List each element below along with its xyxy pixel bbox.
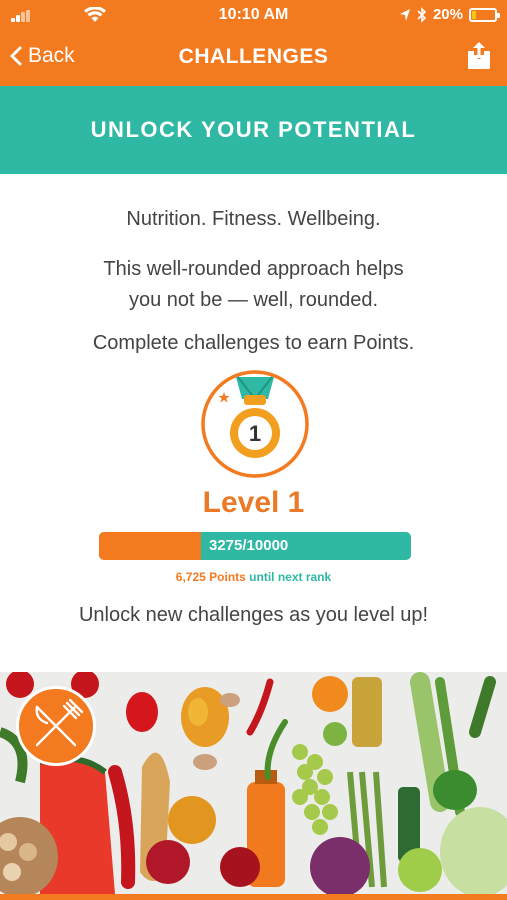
description: This well-rounded approach helps you not… (60, 254, 447, 316)
bluetooth-icon (417, 6, 427, 23)
battery-icon (469, 7, 500, 22)
unlock-text: Unlock new challenges as you level up! (78, 604, 429, 626)
tagline: Nutrition. Fitness. Wellbeing. (126, 208, 381, 230)
until-text: until next rank (249, 570, 332, 584)
medal-number: 1 (249, 421, 261, 446)
page-title: CHALLENGES (178, 45, 329, 68)
progress-text: 3275/10000 (209, 537, 289, 554)
nav-bar: Back CHALLENGES (0, 30, 507, 86)
description-line-1: This well-rounded approach helps (103, 258, 404, 280)
banner-title: UNLOCK YOUR POTENTIAL (0, 86, 507, 174)
nutrition-badge[interactable] (16, 686, 96, 766)
challenge-intro: Nutrition. Fitness. Wellbeing. This well… (0, 174, 507, 672)
battery-percent: 20% (432, 6, 463, 23)
medal-icon: 1 (201, 370, 309, 478)
progress-bar: 3275/10000 (99, 532, 411, 560)
bottom-accent-strip (0, 894, 507, 900)
status-bar: 10:10 AM 20% (0, 0, 507, 30)
share-icon[interactable] (467, 42, 491, 70)
fork-knife-icon (35, 698, 84, 747)
nutrition-card[interactable] (0, 672, 507, 894)
description-line-2: you not be — well, rounded. (128, 289, 379, 311)
progress-fill (99, 532, 202, 560)
location-icon (399, 8, 410, 21)
complete-text: Complete challenges to earn Points. (92, 332, 415, 354)
points-remaining: 6,725 Points (175, 570, 246, 584)
level-label: Level 1 (202, 486, 305, 519)
points-until-next-rank: 6,725 Points until next rank (0, 570, 507, 584)
